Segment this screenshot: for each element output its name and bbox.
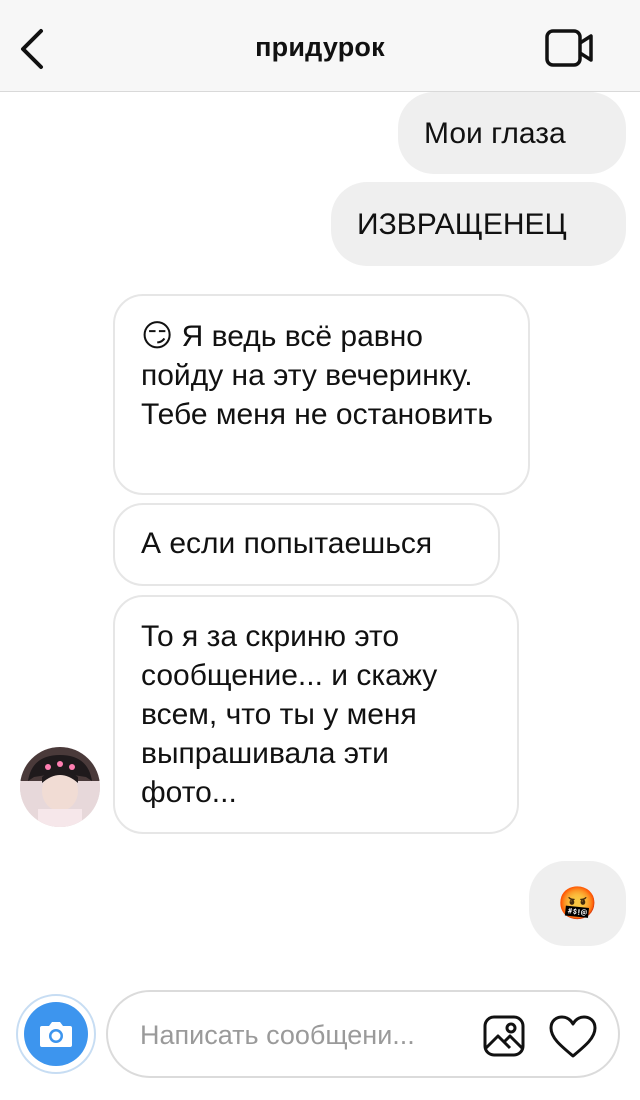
gallery-icon [483,1015,525,1057]
message-text: ИЗВРАЩЕНЕЦ [357,207,567,241]
message-bubble-received[interactable]: А если попытаешься [113,503,500,586]
smirk-emoji: 😏 [141,318,174,353]
avatar-photo [20,747,100,827]
message-composer: Написать сообщени... [16,990,620,1082]
video-call-button[interactable] [544,27,596,69]
video-camera-icon [545,29,593,67]
camera-button[interactable] [16,994,96,1074]
message-bubble-received[interactable]: 😏 Я ведь всё равно пойду на эту вечеринк… [113,294,530,495]
message-bubble-sent[interactable]: Мои глаза [398,92,626,174]
message-text: Я ведь всё равно пойду на эту вечеринку.… [141,320,493,431]
message-text: То я за скриню это сообщение... и скажу … [141,620,438,809]
contact-avatar[interactable] [20,747,100,827]
chat-header: придурок [0,0,640,92]
message-input[interactable]: Написать сообщени... [106,990,620,1078]
message-placeholder: Написать сообщени... [140,1020,415,1050]
message-bubble-sent[interactable]: ИЗВРАЩЕНЕЦ [331,182,626,266]
heart-icon [549,1015,597,1058]
gallery-button[interactable] [482,1014,526,1058]
like-button[interactable] [548,1014,598,1060]
message-text: Мои глаза [424,116,566,150]
message-bubble-sent[interactable]: 🤬 [529,861,626,946]
camera-icon [40,1022,72,1047]
message-text: А если попытаешься [141,527,433,560]
message-bubble-received[interactable]: То я за скриню это сообщение... и скажу … [113,595,519,834]
cursing-face-emoji: 🤬 [557,885,598,921]
